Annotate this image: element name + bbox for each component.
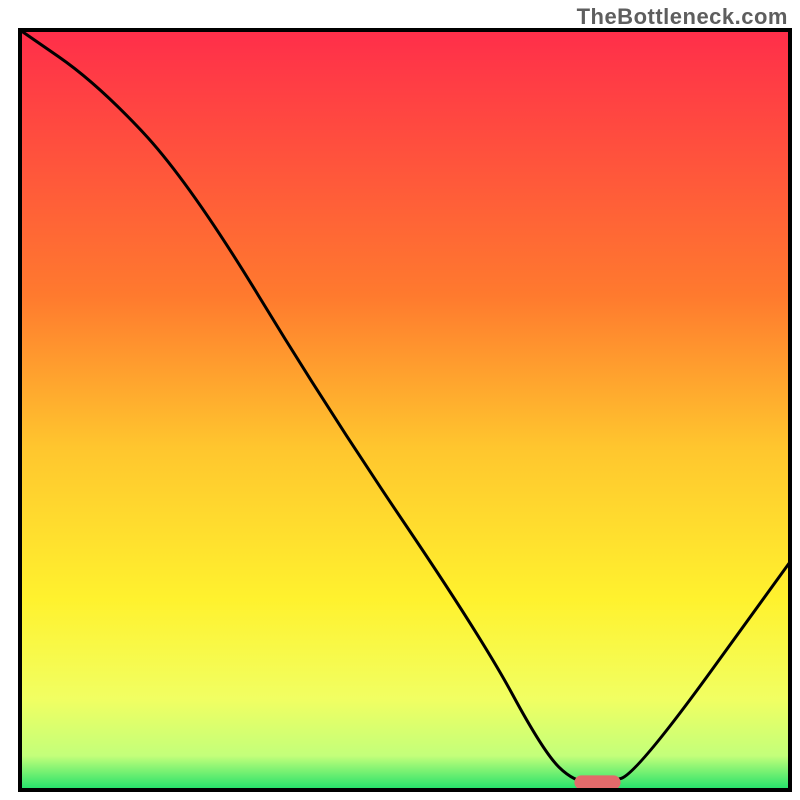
optimal-marker: [574, 775, 620, 789]
bottleneck-plot: [0, 0, 800, 800]
watermark-text: TheBottleneck.com: [577, 4, 788, 30]
chart-canvas: TheBottleneck.com: [0, 0, 800, 800]
gradient-background: [20, 30, 790, 790]
